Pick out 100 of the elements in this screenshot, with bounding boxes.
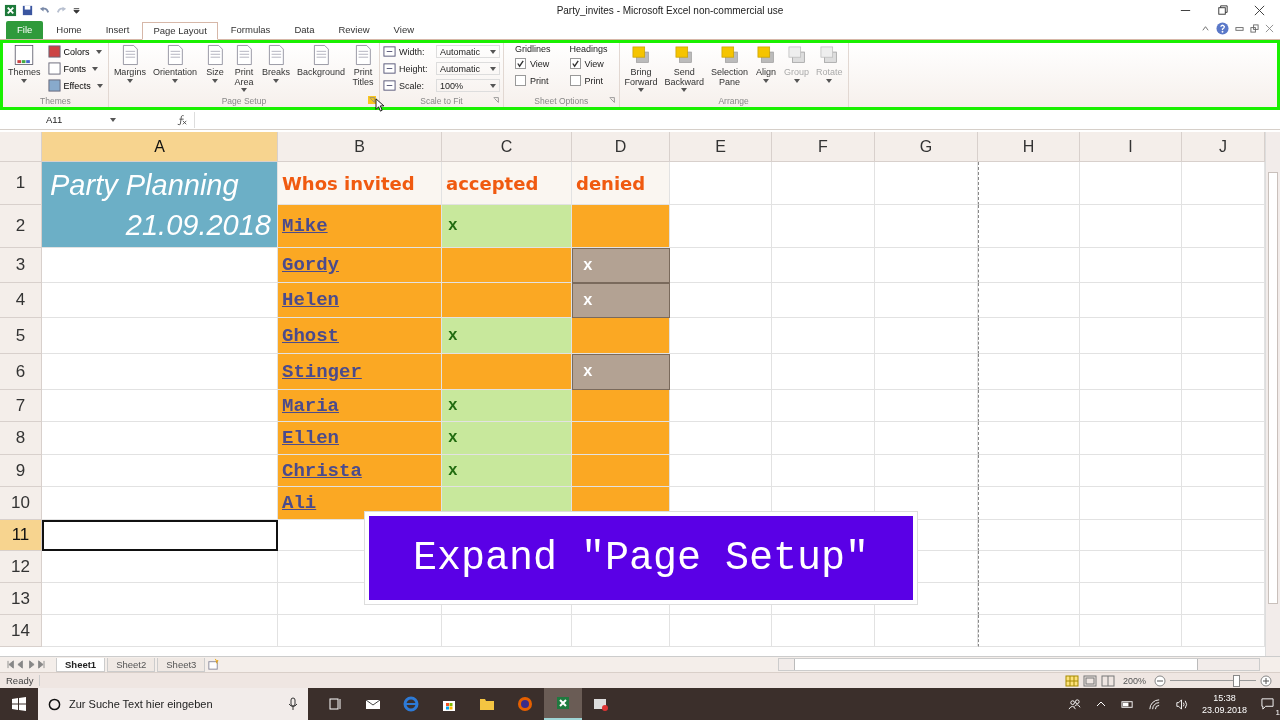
checkbox[interactable] bbox=[515, 75, 526, 86]
workbook-close-icon[interactable] bbox=[1265, 24, 1274, 33]
wifi-icon[interactable] bbox=[1147, 697, 1161, 711]
dropdown-field[interactable]: 100% bbox=[436, 79, 500, 92]
horizontal-scrollbar[interactable] bbox=[778, 658, 1260, 671]
zoom-in-icon[interactable] bbox=[1260, 674, 1272, 687]
name-box[interactable]: A11 bbox=[0, 111, 120, 128]
restore-icon[interactable] bbox=[1216, 3, 1229, 17]
sheet-tab[interactable]: Sheet3 bbox=[157, 657, 206, 672]
dropdown-field[interactable]: Automatic bbox=[436, 62, 500, 75]
column-header[interactable]: I bbox=[1080, 132, 1182, 162]
column-header[interactable]: C bbox=[442, 132, 572, 162]
ribbon-button[interactable]: Send Backward bbox=[662, 44, 707, 92]
ribbon-tab[interactable]: View bbox=[382, 21, 426, 39]
row-header[interactable]: 1 bbox=[0, 162, 42, 205]
ribbon-menu-button[interactable]: Effects bbox=[45, 78, 105, 93]
windows-start-icon[interactable] bbox=[11, 696, 27, 712]
ribbon-tab[interactable]: File bbox=[6, 21, 44, 39]
ribbon-tab[interactable]: Insert bbox=[94, 21, 141, 39]
checkbox[interactable] bbox=[569, 75, 581, 86]
zoom-slider-thumb[interactable] bbox=[1233, 675, 1241, 687]
dialog-launcher-icon[interactable] bbox=[492, 96, 500, 104]
taskbar-search-field[interactable]: Zur Suche Text hier eingeben bbox=[38, 688, 308, 720]
zoom-level[interactable]: 200% bbox=[1122, 675, 1146, 686]
ribbon-button[interactable]: Themes bbox=[6, 44, 43, 83]
column-header[interactable]: H bbox=[978, 132, 1080, 162]
notification-icon[interactable] bbox=[1261, 696, 1274, 710]
sheet-tab[interactable]: Sheet2 bbox=[107, 657, 156, 672]
ribbon-tab[interactable]: Formulas bbox=[219, 21, 282, 39]
function-icon[interactable] bbox=[176, 113, 188, 126]
people-icon[interactable] bbox=[1067, 697, 1081, 711]
row-header[interactable]: 10 bbox=[0, 487, 42, 520]
checkbox[interactable] bbox=[569, 58, 581, 69]
ribbon-button[interactable]: Orientation bbox=[150, 44, 199, 83]
row-header[interactable]: 12 bbox=[0, 551, 42, 583]
workbook-minimize-icon[interactable] bbox=[1235, 24, 1244, 33]
dialog-launcher-icon[interactable] bbox=[368, 96, 376, 104]
ribbon-tab[interactable]: Review bbox=[327, 21, 381, 39]
row-header[interactable]: 11 bbox=[0, 520, 42, 551]
row-header[interactable]: 3 bbox=[0, 248, 42, 283]
column-header[interactable]: B bbox=[278, 132, 442, 162]
ribbon-button[interactable]: Print Titles bbox=[350, 44, 376, 87]
row-header[interactable]: 8 bbox=[0, 422, 42, 455]
ribbon-collapse-icon[interactable] bbox=[1201, 24, 1210, 33]
ribbon-button[interactable]: Background bbox=[294, 44, 347, 78]
column-header[interactable]: D bbox=[572, 132, 670, 162]
row-header[interactable]: 2 bbox=[0, 205, 42, 248]
column-header[interactable]: A bbox=[42, 132, 278, 162]
ribbon-button[interactable]: Size bbox=[201, 44, 228, 83]
ribbon-button[interactable]: Margins bbox=[111, 44, 148, 83]
customize-caret-icon[interactable] bbox=[72, 5, 81, 15]
checkbox[interactable] bbox=[515, 58, 526, 69]
spreadsheet-app-icon[interactable] bbox=[555, 695, 571, 711]
dropdown-field[interactable]: Automatic bbox=[436, 45, 500, 58]
checkbox-label: View bbox=[584, 58, 604, 69]
column-header[interactable]: J bbox=[1182, 132, 1265, 162]
insert-sheet-icon[interactable] bbox=[207, 658, 221, 671]
ribbon-menu-button[interactable]: Fonts bbox=[45, 61, 105, 76]
ribbon-tab[interactable]: Data bbox=[283, 21, 326, 39]
ribbon-button[interactable]: Bring Forward bbox=[622, 44, 660, 92]
column-header[interactable]: F bbox=[772, 132, 875, 162]
row-header[interactable]: 13 bbox=[0, 583, 42, 615]
column-header[interactable]: E bbox=[670, 132, 772, 162]
microphone-icon[interactable] bbox=[288, 697, 298, 711]
sheet-tab[interactable]: Sheet1 bbox=[56, 657, 106, 672]
ribbon-button[interactable]: Print Area bbox=[230, 44, 257, 92]
sheet-navigation-icon[interactable] bbox=[4, 660, 48, 669]
row-header[interactable]: 7 bbox=[0, 390, 42, 422]
row-header[interactable]: 9 bbox=[0, 455, 42, 487]
dialog-launcher-icon[interactable] bbox=[607, 96, 616, 104]
select-all-corner[interactable] bbox=[0, 132, 42, 162]
ribbon-menu-button[interactable]: Colors bbox=[45, 44, 105, 59]
clock-date[interactable]: 23.09.2018 bbox=[1201, 704, 1247, 716]
clock-time[interactable]: 15:38 bbox=[1213, 692, 1236, 704]
column-header[interactable]: G bbox=[875, 132, 978, 162]
help-icon[interactable] bbox=[1216, 22, 1229, 35]
ribbon-tab[interactable]: Page Layout bbox=[142, 22, 218, 40]
folder-icon[interactable] bbox=[479, 696, 495, 712]
save-icon[interactable] bbox=[21, 3, 34, 17]
browser-icon[interactable] bbox=[517, 696, 533, 712]
app-window-icon[interactable] bbox=[593, 696, 609, 712]
ribbon-tab[interactable]: Home bbox=[45, 21, 93, 39]
page-break-view-icon[interactable] bbox=[1100, 674, 1115, 687]
ribbon-button[interactable]: Selection Pane bbox=[709, 44, 751, 87]
ribbon-button[interactable]: Align bbox=[753, 44, 780, 83]
zoom-out-icon[interactable] bbox=[1154, 674, 1166, 687]
browser-icon[interactable] bbox=[403, 696, 419, 712]
row-header[interactable]: 14 bbox=[0, 615, 42, 647]
ribbon-button[interactable]: Breaks bbox=[259, 44, 292, 83]
page-layout-view-icon[interactable] bbox=[1082, 674, 1097, 687]
volume-icon[interactable] bbox=[1174, 697, 1188, 711]
row-header[interactable]: 5 bbox=[0, 318, 42, 354]
palette-icon bbox=[13, 44, 36, 66]
close-icon[interactable] bbox=[1253, 3, 1266, 17]
workbook-restore-icon[interactable] bbox=[1250, 24, 1259, 33]
task-view-icon[interactable] bbox=[327, 696, 343, 712]
normal-view-icon[interactable] bbox=[1064, 674, 1079, 687]
row-header[interactable]: 4 bbox=[0, 283, 42, 318]
vertical-scrollbar[interactable] bbox=[1265, 132, 1280, 656]
row-header[interactable]: 6 bbox=[0, 354, 42, 390]
